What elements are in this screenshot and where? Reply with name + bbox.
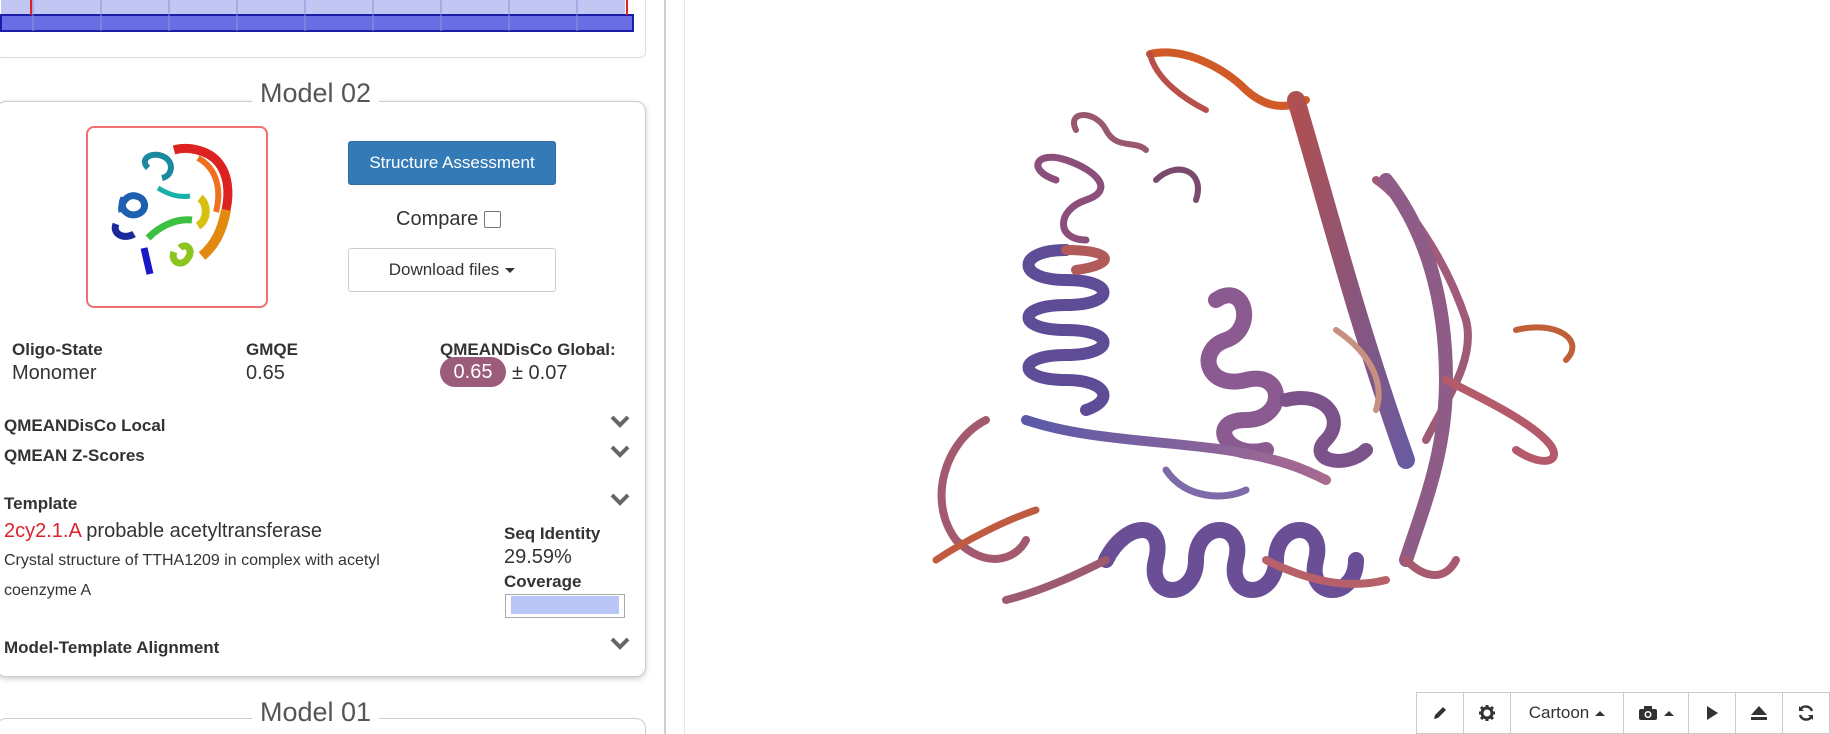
qmeandisco-global-badge: 0.65 [440, 357, 506, 387]
pencil-icon[interactable] [1416, 692, 1464, 734]
seq-identity-label: Seq Identity [504, 524, 601, 543]
compare-label: Compare [396, 208, 479, 230]
panel-scrollbar[interactable] [664, 0, 666, 734]
plot-bar [0, 14, 634, 32]
coverage-bar-fill [511, 596, 619, 614]
oligo-state-value: Monomer [12, 362, 97, 384]
chevron-down-icon[interactable] [610, 444, 630, 458]
qmean-zscores-toggle[interactable]: QMEAN Z-Scores [4, 446, 145, 466]
model-thumbnail[interactable] [86, 126, 268, 308]
caret-down-icon [505, 267, 516, 273]
template-id-link[interactable]: 2cy2.1.A [4, 520, 81, 542]
template-description-line1: Crystal structure of TTHA1209 in complex… [4, 552, 380, 569]
caret-up-icon [1595, 710, 1606, 716]
plot-area [1, 0, 625, 15]
model-legend: Model 02 [252, 78, 380, 109]
gear-icon[interactable] [1463, 692, 1511, 734]
camera-icon[interactable] [1623, 692, 1689, 734]
download-files-button[interactable]: Download files [348, 248, 556, 292]
representation-dropdown[interactable]: Cartoon [1510, 692, 1624, 734]
play-icon[interactable] [1688, 692, 1736, 734]
caret-up-icon [1664, 710, 1674, 716]
structure-viewer[interactable]: Cartoon [686, 0, 1830, 734]
local-quality-plot [0, 0, 634, 32]
model-template-alignment-toggle[interactable]: Model-Template Alignment [4, 638, 219, 658]
protein-thumbnail-image [111, 144, 233, 275]
gmqe-label: GMQE [246, 340, 298, 359]
representation-label: Cartoon [1528, 703, 1590, 722]
template-description-line2: coenzyme A [4, 582, 92, 599]
coverage-bar [505, 594, 625, 618]
structure-assessment-button[interactable]: Structure Assessment [348, 141, 556, 185]
model-legend: Model 01 [252, 697, 380, 728]
coverage-label: Coverage [504, 572, 582, 591]
seq-identity-value: 29.59% [504, 546, 572, 568]
qmeandisco-local-toggle[interactable]: QMEANDisCo Local [4, 416, 166, 436]
download-files-label: Download files [388, 260, 500, 279]
template-title: 2cy2.1.A probable acetyltransferase [4, 520, 322, 543]
protein-cartoon-render[interactable] [686, 0, 1830, 690]
gmqe-value: 0.65 [246, 362, 285, 384]
plot-card [0, 0, 646, 58]
eject-icon[interactable] [1735, 692, 1783, 734]
compare-control[interactable]: Compare [396, 208, 502, 231]
template-description: Crystal structure of TTHA1209 in complex… [4, 546, 380, 606]
template-toggle[interactable]: Template [4, 494, 77, 514]
viewer-toolbar: Cartoon [1416, 692, 1830, 734]
chevron-down-icon[interactable] [610, 492, 630, 506]
chevron-down-icon[interactable] [610, 414, 630, 428]
oligo-state-label: Oligo-State [12, 340, 103, 359]
refresh-icon[interactable] [1782, 692, 1830, 734]
panel-divider [684, 0, 685, 734]
chevron-down-icon[interactable] [610, 636, 630, 650]
results-panel: Model 02 Structure Assessment Compare Do… [0, 0, 664, 734]
compare-checkbox[interactable] [484, 211, 502, 228]
qmeandisco-global-error: ± 0.07 [512, 362, 568, 384]
template-name: probable acetyltransferase [86, 520, 322, 542]
